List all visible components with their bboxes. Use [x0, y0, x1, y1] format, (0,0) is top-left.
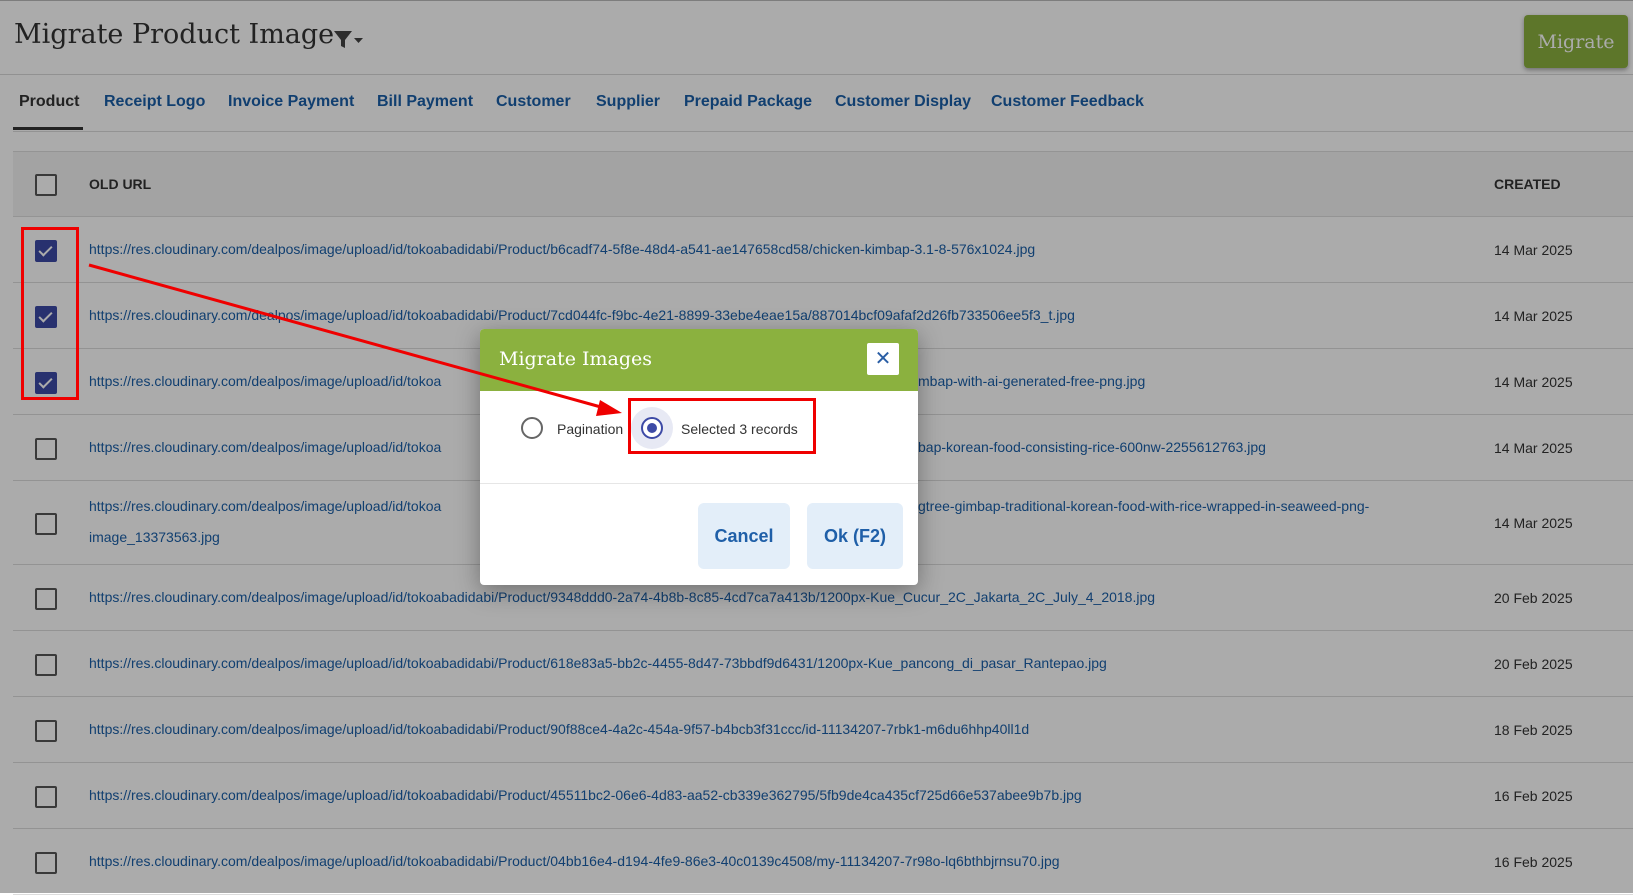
annotation-arrow [88, 263, 622, 416]
page: Migrate Product Image Migrate Product Re… [0, 0, 1633, 895]
